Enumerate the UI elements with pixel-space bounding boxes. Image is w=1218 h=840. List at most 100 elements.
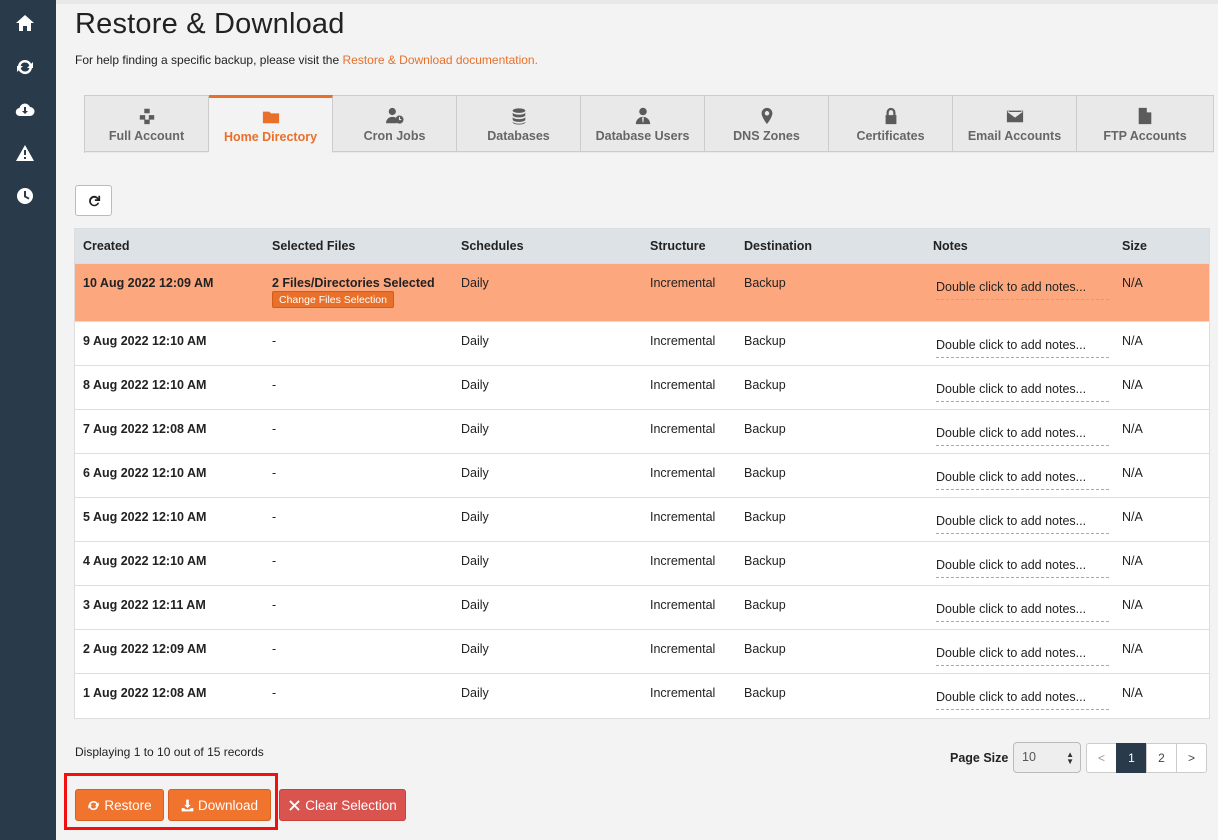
cell-schedules: Daily <box>461 422 489 436</box>
cell-destination: Backup <box>744 642 786 656</box>
notes-field[interactable]: Double click to add notes... <box>936 280 1109 300</box>
pager-prev[interactable]: < <box>1086 743 1117 773</box>
top-strip <box>56 0 1218 4</box>
cell-destination: Backup <box>744 276 786 290</box>
cell-created: 7 Aug 2022 12:08 AM <box>83 422 207 436</box>
user-clock-icon <box>385 107 404 124</box>
cloud-download-icon[interactable] <box>14 99 36 121</box>
refresh-button[interactable] <box>75 185 112 216</box>
tab-ftp-accounts[interactable]: FTP Accounts <box>1077 96 1214 152</box>
header-size[interactable]: Size <box>1122 239 1147 253</box>
tab-full-account[interactable]: Full Account <box>85 96 209 152</box>
table-row[interactable]: 7 Aug 2022 12:08 AM - Daily Incremental Back… <box>75 409 1209 453</box>
cell-created: 10 Aug 2022 12:09 AM <box>83 276 214 290</box>
tab-label: Home Directory <box>223 130 318 144</box>
help-text: For help finding a specific backup, plea… <box>75 53 538 67</box>
tab-databases[interactable]: Databases <box>457 96 581 152</box>
cell-created: 3 Aug 2022 12:11 AM <box>83 598 206 612</box>
warning-icon[interactable] <box>14 142 36 164</box>
clock-icon[interactable] <box>14 185 36 207</box>
notes-field[interactable]: Double click to add notes... <box>936 514 1109 534</box>
cell-created: 5 Aug 2022 12:10 AM <box>83 510 207 524</box>
cell-structure: Incremental <box>650 276 716 290</box>
restore-button[interactable]: Restore <box>75 789 164 821</box>
backups-table: Created Selected Files Schedules Structu… <box>74 228 1210 719</box>
notes-field[interactable]: Double click to add notes... <box>936 426 1109 446</box>
cell-structure: Incremental <box>650 642 716 656</box>
table-row[interactable]: 6 Aug 2022 12:10 AM - Daily Incremental Back… <box>75 453 1209 497</box>
header-schedules[interactable]: Schedules <box>461 239 524 253</box>
notes-field[interactable]: Double click to add notes... <box>936 558 1109 578</box>
table-row[interactable]: 9 Aug 2022 12:10 AM - Daily Incremental Back… <box>75 321 1209 365</box>
table-row[interactable]: 5 Aug 2022 12:10 AM - Daily Incremental Back… <box>75 497 1209 541</box>
lock-icon <box>885 107 896 125</box>
table-row[interactable]: 8 Aug 2022 12:10 AM - Daily Incremental Back… <box>75 365 1209 409</box>
pager-page-2[interactable]: 2 <box>1146 743 1177 773</box>
notes-field[interactable]: Double click to add notes... <box>936 646 1109 666</box>
notes-field[interactable]: Double click to add notes... <box>936 382 1109 402</box>
refresh-icon <box>88 195 100 206</box>
cell-selected-files: - <box>272 422 277 436</box>
header-destination[interactable]: Destination <box>744 239 812 253</box>
table-row[interactable]: 3 Aug 2022 12:11 AM - Daily Incremental Back… <box>75 585 1209 629</box>
clear-selection-button[interactable]: Clear Selection <box>279 789 406 821</box>
map-marker-icon <box>761 107 772 125</box>
cell-size: N/A <box>1122 378 1143 392</box>
table-row[interactable]: 4 Aug 2022 12:10 AM - Daily Incremental Back… <box>75 541 1209 585</box>
sync-icon <box>88 800 100 810</box>
cell-size: N/A <box>1122 466 1143 480</box>
table-row[interactable]: 1 Aug 2022 12:08 AM - Daily Incremental Back… <box>75 673 1209 717</box>
sync-icon[interactable] <box>14 56 36 78</box>
cell-structure: Incremental <box>650 466 716 480</box>
notes-field[interactable]: Double click to add notes... <box>936 690 1109 710</box>
pager-next[interactable]: > <box>1176 743 1207 773</box>
download-button[interactable]: Download <box>168 789 271 821</box>
notes-field[interactable]: Double click to add notes... <box>936 602 1109 622</box>
records-info: Displaying 1 to 10 out of 15 records <box>75 745 264 759</box>
select-arrows-icon: ▲ ▼ <box>1066 750 1074 766</box>
header-structure[interactable]: Structure <box>650 239 706 253</box>
page-size-label: Page Size <box>950 751 1009 765</box>
tab-email-accounts[interactable]: Email Accounts <box>953 96 1077 152</box>
cell-schedules: Daily <box>461 334 489 348</box>
table-row[interactable]: 10 Aug 2022 12:09 AM 2 Files/Directories … <box>75 263 1209 321</box>
page-size-select[interactable]: 10 ▲ ▼ <box>1013 742 1081 773</box>
change-files-selection-button[interactable]: Change Files Selection <box>272 291 394 308</box>
tab-label: DNS Zones <box>733 129 800 143</box>
cell-selected-files: - <box>272 598 277 612</box>
cell-schedules: Daily <box>461 378 489 392</box>
cell-size: N/A <box>1122 422 1143 436</box>
cell-size: N/A <box>1122 334 1143 348</box>
download-label: Download <box>197 797 259 813</box>
cell-schedules: Daily <box>461 510 489 524</box>
cell-destination: Backup <box>744 598 786 612</box>
download-icon <box>181 799 194 811</box>
pager-page-1[interactable]: 1 <box>1116 743 1147 773</box>
home-icon[interactable] <box>14 12 36 34</box>
cell-schedules: Daily <box>461 686 489 700</box>
tab-database-users[interactable]: Database Users <box>581 96 705 152</box>
tab-home-directory[interactable]: Home Directory <box>209 95 333 153</box>
cell-selected-files: - <box>272 466 277 480</box>
header-created[interactable]: Created <box>83 239 130 253</box>
table-row[interactable]: 2 Aug 2022 12:09 AM - Daily Incremental Back… <box>75 629 1209 673</box>
cell-structure: Incremental <box>650 334 716 348</box>
documentation-link[interactable]: Restore & Download documentation. <box>342 53 537 67</box>
header-notes[interactable]: Notes <box>933 239 968 253</box>
database-icon <box>512 108 525 125</box>
close-icon <box>289 799 300 811</box>
tab-certificates[interactable]: Certificates <box>829 96 953 152</box>
cell-created: 4 Aug 2022 12:10 AM <box>83 554 207 568</box>
tab-dns-zones[interactable]: DNS Zones <box>705 96 829 152</box>
tab-label: Email Accounts <box>967 129 1062 143</box>
cell-created: 8 Aug 2022 12:10 AM <box>83 378 207 392</box>
sidebar <box>0 0 56 840</box>
cell-destination: Backup <box>744 422 786 436</box>
notes-field[interactable]: Double click to add notes... <box>936 470 1109 490</box>
page-title: Restore & Download <box>75 8 345 40</box>
header-selected-files[interactable]: Selected Files <box>272 239 355 253</box>
tab-cron-jobs[interactable]: Cron Jobs <box>333 96 457 152</box>
cell-created: 6 Aug 2022 12:10 AM <box>83 466 207 480</box>
cell-structure: Incremental <box>650 598 716 612</box>
notes-field[interactable]: Double click to add notes... <box>936 338 1109 358</box>
